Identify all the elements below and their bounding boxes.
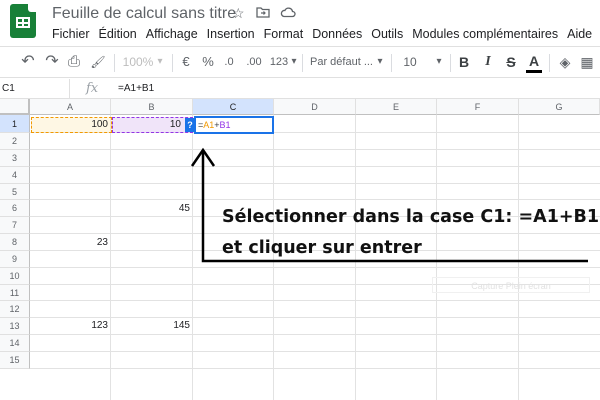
decrease-decimal-button[interactable]: .0 bbox=[220, 47, 238, 77]
redo-icon[interactable]: ↷ bbox=[42, 47, 62, 77]
cell-a8[interactable]: 23 bbox=[30, 234, 111, 251]
edit-ref-b1: B1 bbox=[219, 120, 231, 130]
select-all-corner[interactable] bbox=[0, 99, 30, 115]
row-gridline bbox=[30, 368, 600, 369]
toolbar-divider bbox=[302, 54, 303, 72]
row-header-12[interactable]: 12 bbox=[0, 301, 30, 318]
chevron-down-icon[interactable]: ▾ bbox=[434, 47, 444, 77]
row-gridline bbox=[30, 166, 600, 167]
document-title[interactable]: Feuille de calcul sans titre bbox=[52, 5, 236, 23]
star-icon[interactable]: ☆ bbox=[232, 5, 245, 22]
column-header-g[interactable]: G bbox=[519, 99, 600, 115]
row-header-5[interactable]: 5 bbox=[0, 184, 30, 200]
font-select[interactable]: Par défaut ... bbox=[310, 47, 376, 77]
cell-b6[interactable]: 45 bbox=[111, 200, 193, 217]
menu-bar: Fichier Édition Affichage Insertion Form… bbox=[52, 27, 600, 41]
toolbar: ↶ ↷ ⎙ 🖌 100% ▾ € % .0 .00 123 ▾ Par défa… bbox=[0, 46, 600, 78]
chevron-down-icon[interactable]: ▾ bbox=[375, 47, 385, 77]
instruction-line-2: et cliquer sur entrer bbox=[222, 238, 422, 258]
menu-aide[interactable]: Aide bbox=[567, 27, 592, 41]
menu-outils[interactable]: Outils bbox=[371, 27, 403, 41]
row-header-2[interactable]: 2 bbox=[0, 133, 30, 150]
ghost-overlay-label: Capture Plein écran bbox=[432, 277, 590, 293]
row-header-7[interactable]: 7 bbox=[0, 217, 30, 234]
folder-move-icon[interactable] bbox=[256, 5, 270, 21]
formula-bar: C1 fx =A1+B1 bbox=[0, 79, 600, 99]
row-header-10[interactable]: 10 bbox=[0, 268, 30, 285]
percent-button[interactable]: % bbox=[200, 47, 216, 77]
menu-affichage[interactable]: Affichage bbox=[146, 27, 198, 41]
print-icon[interactable]: ⎙ bbox=[64, 47, 84, 77]
row-gridline bbox=[30, 149, 600, 150]
row-gridline bbox=[30, 300, 600, 301]
cell-b13[interactable]: 145 bbox=[111, 317, 193, 334]
cloud-icon[interactable] bbox=[280, 5, 296, 21]
row-header-4[interactable]: 4 bbox=[0, 167, 30, 184]
active-cell-c1-editor[interactable]: =A1+B1 bbox=[194, 116, 274, 134]
column-header-e[interactable]: E bbox=[356, 99, 437, 115]
undo-icon[interactable]: ↶ bbox=[18, 47, 38, 77]
text-color-button[interactable]: A bbox=[526, 51, 542, 73]
instruction-line-1: Sélectionner dans la case C1: =A1+B1 bbox=[222, 207, 600, 227]
row-header-11[interactable]: 11 bbox=[0, 285, 30, 301]
row-header-8[interactable]: 8 bbox=[0, 234, 30, 251]
cell-b1[interactable]: 10 bbox=[111, 117, 184, 133]
row-gridline bbox=[30, 351, 600, 352]
instruction-annotation: Sélectionner dans la case C1: =A1+B1 et … bbox=[222, 202, 599, 264]
row-header-1[interactable]: 1 bbox=[0, 115, 30, 133]
chevron-down-icon[interactable]: ▾ bbox=[289, 47, 299, 77]
column-header-f[interactable]: F bbox=[437, 99, 519, 115]
formula-input[interactable]: =A1+B1 bbox=[118, 79, 154, 99]
row-header-13[interactable]: 13 bbox=[0, 318, 30, 335]
menu-modules[interactable]: Modules complémentaires bbox=[412, 27, 558, 41]
edit-ref-a1: A1 bbox=[203, 120, 215, 130]
column-header-c[interactable]: C bbox=[193, 99, 274, 115]
menu-donnees[interactable]: Données bbox=[312, 27, 362, 41]
column-header-b[interactable]: B bbox=[111, 99, 193, 115]
toolbar-divider bbox=[450, 54, 451, 72]
more-formats-button[interactable]: 123 bbox=[268, 47, 290, 77]
toolbar-divider bbox=[391, 54, 392, 72]
menu-insertion[interactable]: Insertion bbox=[207, 27, 255, 41]
row-gridline bbox=[30, 183, 600, 184]
bold-button[interactable]: B bbox=[456, 47, 472, 77]
row-gridline bbox=[30, 334, 600, 335]
column-header-a[interactable]: A bbox=[30, 99, 111, 115]
name-box[interactable]: C1 bbox=[0, 79, 70, 99]
currency-button[interactable]: € bbox=[178, 47, 194, 77]
cell-a13[interactable]: 123 bbox=[30, 317, 111, 334]
menu-format[interactable]: Format bbox=[264, 27, 304, 41]
menu-fichier[interactable]: Fichier bbox=[52, 27, 90, 41]
row-gridline bbox=[30, 267, 600, 268]
borders-icon[interactable]: ▦ bbox=[578, 47, 596, 77]
toolbar-divider bbox=[549, 54, 550, 72]
increase-decimal-button[interactable]: .00 bbox=[242, 47, 266, 77]
toolbar-divider bbox=[114, 54, 115, 72]
sheets-logo-icon[interactable] bbox=[10, 4, 36, 38]
cell-a1[interactable]: 100 bbox=[30, 117, 111, 133]
row-header-15[interactable]: 15 bbox=[0, 352, 30, 369]
column-gridline bbox=[110, 115, 111, 400]
fill-color-icon[interactable]: ◈ bbox=[556, 47, 574, 77]
column-header-d[interactable]: D bbox=[274, 99, 356, 115]
font-size-select[interactable]: 10 bbox=[400, 47, 420, 77]
fx-icon: fx bbox=[86, 81, 99, 96]
toolbar-divider bbox=[172, 54, 173, 72]
title-bar: Feuille de calcul sans titre ☆ Fichier É… bbox=[0, 0, 600, 44]
zoom-select[interactable]: 100% bbox=[120, 47, 156, 77]
strikethrough-button[interactable]: S bbox=[503, 47, 519, 77]
row-header-9[interactable]: 9 bbox=[0, 251, 30, 268]
row-header-14[interactable]: 14 bbox=[0, 335, 30, 352]
row-header-3[interactable]: 3 bbox=[0, 150, 30, 167]
row-header-6[interactable]: 6 bbox=[0, 200, 30, 217]
italic-button[interactable]: I bbox=[480, 47, 496, 77]
menu-edition[interactable]: Édition bbox=[99, 27, 137, 41]
paint-format-icon[interactable]: 🖌 bbox=[88, 47, 108, 77]
column-gridline bbox=[192, 115, 193, 400]
chevron-down-icon[interactable]: ▾ bbox=[155, 47, 165, 77]
